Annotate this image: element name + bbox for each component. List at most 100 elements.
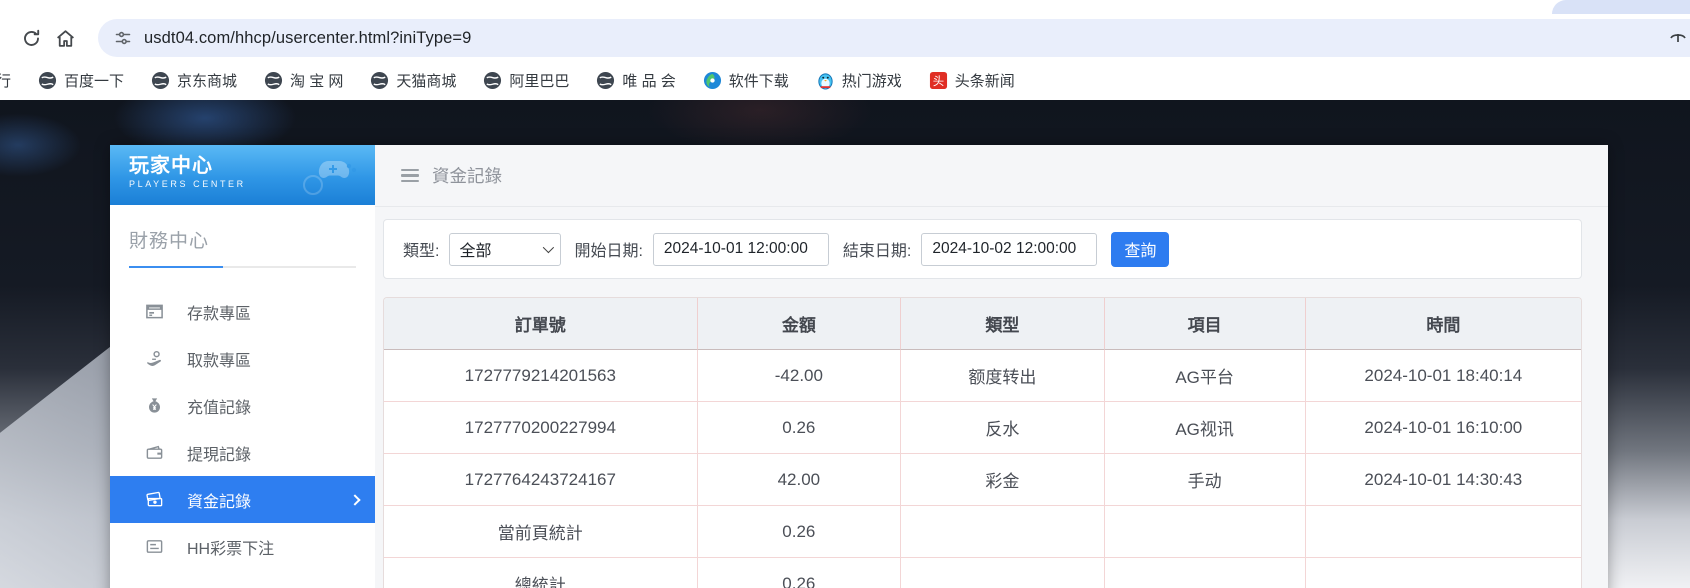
main-header: 資金記錄 bbox=[375, 145, 1608, 207]
bookmark-label: 百度一下 bbox=[64, 70, 124, 91]
table-cell: 0.26 bbox=[698, 558, 901, 588]
table-header-cell: 項目 bbox=[1105, 298, 1306, 350]
table-cell: 1727779214201563 bbox=[384, 350, 698, 402]
main-panel: 資金記錄 類型: 全部 開始日期: 2024-10-01 12:00:00 結束 bbox=[375, 145, 1608, 588]
table-cell: AG平台 bbox=[1105, 350, 1306, 402]
table-cell bbox=[1306, 506, 1581, 558]
sidebar-item-lottery-bet[interactable]: HH彩票下注 bbox=[110, 523, 375, 570]
filter-bar: 類型: 全部 開始日期: 2024-10-01 12:00:00 結束日期: 2… bbox=[383, 219, 1582, 279]
table-cell bbox=[1105, 506, 1306, 558]
bookmark-item[interactable]: 淘 宝 网 bbox=[264, 70, 343, 91]
url-action-icon[interactable] bbox=[1668, 28, 1688, 48]
site-background: 玩家中心 PLAYERS CENTER 財務中心 存 bbox=[0, 100, 1690, 588]
bookmark-item[interactable]: 软件下载 bbox=[703, 70, 789, 91]
software-favicon-icon bbox=[703, 71, 722, 90]
type-label: 類型: bbox=[403, 237, 439, 261]
table-cell: 额度转出 bbox=[901, 350, 1104, 402]
table-cell: 總統計 bbox=[384, 558, 698, 588]
sidebar-item-label: 存款專區 bbox=[187, 300, 251, 324]
url-text[interactable]: usdt04.com/hhcp/usercenter.html?iniType=… bbox=[144, 29, 471, 48]
table-cell: 反水 bbox=[901, 402, 1104, 454]
site-info-icon[interactable] bbox=[114, 29, 132, 47]
sidebar-item-withdraw[interactable]: 取款專區 bbox=[110, 335, 375, 382]
globe-favicon-icon bbox=[38, 71, 57, 90]
end-date-label: 結束日期: bbox=[843, 237, 911, 261]
bookmark-label: 头条新闻 bbox=[955, 70, 1015, 91]
bookmark-item[interactable]: 天猫商城 bbox=[370, 70, 456, 91]
finance-underline bbox=[129, 266, 356, 268]
bookmark-label: 天猫商城 bbox=[396, 70, 456, 91]
sidebar-item-label: 資金記錄 bbox=[187, 488, 251, 512]
bookmark-item[interactable]: 行 bbox=[0, 70, 11, 91]
start-date-label: 開始日期: bbox=[574, 237, 642, 261]
sidebar-header: 玩家中心 PLAYERS CENTER bbox=[110, 145, 375, 205]
table-cell: 42.00 bbox=[698, 454, 901, 506]
content-card: 玩家中心 PLAYERS CENTER 財務中心 存 bbox=[110, 145, 1608, 588]
chevron-right-icon bbox=[349, 494, 360, 505]
end-date-input[interactable]: 2024-10-02 12:00:00 bbox=[921, 233, 1097, 266]
table-cell: -42.00 bbox=[698, 350, 901, 402]
sidebar-item-label: 取款專區 bbox=[187, 347, 251, 371]
finance-section: 財務中心 bbox=[110, 205, 375, 268]
bookmark-item[interactable]: 头头条新闻 bbox=[929, 70, 1015, 91]
globe-favicon-icon bbox=[151, 71, 170, 90]
sidebar-item-label: 提現記錄 bbox=[187, 441, 251, 465]
table-header-row: 訂單號金額類型項目時間 bbox=[384, 298, 1581, 350]
table-cell: 2024-10-01 18:40:14 bbox=[1306, 350, 1581, 402]
start-date-value: 2024-10-01 12:00:00 bbox=[664, 240, 808, 258]
globe-favicon-icon bbox=[483, 71, 502, 90]
globe-favicon-icon bbox=[264, 71, 283, 90]
bookmark-label: 京东商城 bbox=[177, 70, 237, 91]
toutiao-favicon-icon: 头 bbox=[929, 71, 948, 90]
funds-table-wrap: 訂單號金額類型項目時間 1727779214201563-42.00额度转出AG… bbox=[383, 297, 1582, 588]
tab-strip bbox=[0, 0, 1690, 16]
sidebar-item-deposit[interactable]: 存款專區 bbox=[110, 288, 375, 335]
tab-bottom-edge bbox=[1552, 0, 1690, 14]
table-cell: 手动 bbox=[1105, 454, 1306, 506]
browser-toolbar: usdt04.com/hhcp/usercenter.html?iniType=… bbox=[0, 16, 1690, 60]
sidebar-item-label: 充值記錄 bbox=[187, 394, 251, 418]
table-row: 總統計0.26 bbox=[384, 558, 1581, 588]
table-cell: 1727764243724167 bbox=[384, 454, 698, 506]
reload-icon[interactable] bbox=[14, 21, 48, 55]
finance-center-label: 財務中心 bbox=[129, 226, 356, 253]
bookmark-label: 软件下载 bbox=[729, 70, 789, 91]
start-date-input[interactable]: 2024-10-01 12:00:00 bbox=[653, 233, 829, 266]
type-select[interactable]: 全部 bbox=[449, 233, 561, 266]
gamepad-icon bbox=[295, 151, 367, 202]
bookmark-item[interactable]: 热门游戏 bbox=[816, 70, 902, 91]
sidebar-menu: 存款專區取款專區充值記錄提現記錄資金記錄 HH彩票下注 bbox=[110, 268, 375, 570]
browser-chrome: usdt04.com/hhcp/usercenter.html?iniType=… bbox=[0, 0, 1690, 100]
table-cell bbox=[1306, 558, 1581, 588]
table-cell: 2024-10-01 14:30:43 bbox=[1306, 454, 1581, 506]
sidebar-item-withdrawal-record[interactable]: 提現記錄 bbox=[110, 429, 375, 476]
table-cell: 0.26 bbox=[698, 506, 901, 558]
table-cell: 2024-10-01 16:10:00 bbox=[1306, 402, 1581, 454]
svg-text:头: 头 bbox=[933, 74, 944, 87]
table-row: 172776424372416742.00彩金手动2024-10-01 14:3… bbox=[384, 454, 1581, 506]
bookmark-item[interactable]: 百度一下 bbox=[38, 70, 124, 91]
globe-favicon-icon bbox=[596, 71, 615, 90]
table-cell bbox=[1105, 558, 1306, 588]
sidebar-item-recharge-record[interactable]: 充值記錄 bbox=[110, 382, 375, 429]
hamburger-icon[interactable] bbox=[401, 169, 419, 183]
fund-record-icon bbox=[145, 490, 164, 509]
funds-table: 訂單號金額類型項目時間 1727779214201563-42.00额度转出AG… bbox=[384, 298, 1581, 588]
bookmark-item[interactable]: 唯 品 会 bbox=[596, 70, 675, 91]
bookmark-item[interactable]: 阿里巴巴 bbox=[483, 70, 569, 91]
screen: usdt04.com/hhcp/usercenter.html?iniType=… bbox=[0, 0, 1690, 588]
bookmarks-bar: 行 百度一下 京东商城 淘 宝 网 天猫商城 阿里巴巴 唯 品 会 软件下载 热门游戏 头头条新闻 bbox=[0, 60, 1690, 100]
bookmark-item[interactable]: 京东商城 bbox=[151, 70, 237, 91]
table-cell bbox=[901, 558, 1104, 588]
table-header-cell: 訂單號 bbox=[384, 298, 698, 350]
home-icon[interactable] bbox=[48, 21, 82, 55]
table-row: 1727779214201563-42.00额度转出AG平台2024-10-01… bbox=[384, 350, 1581, 402]
table-row: 17277702002279940.26反水AG视讯2024-10-01 16:… bbox=[384, 402, 1581, 454]
table-cell: 1727770200227994 bbox=[384, 402, 698, 454]
url-bar[interactable]: usdt04.com/hhcp/usercenter.html?iniType=… bbox=[98, 19, 1690, 57]
query-button[interactable]: 查詢 bbox=[1111, 232, 1169, 267]
bookmark-label: 阿里巴巴 bbox=[509, 70, 569, 91]
table-cell: 當前頁統計 bbox=[384, 506, 698, 558]
sidebar-item-fund-record[interactable]: 資金記錄 bbox=[110, 476, 375, 523]
bookmark-label: 行 bbox=[0, 70, 11, 91]
